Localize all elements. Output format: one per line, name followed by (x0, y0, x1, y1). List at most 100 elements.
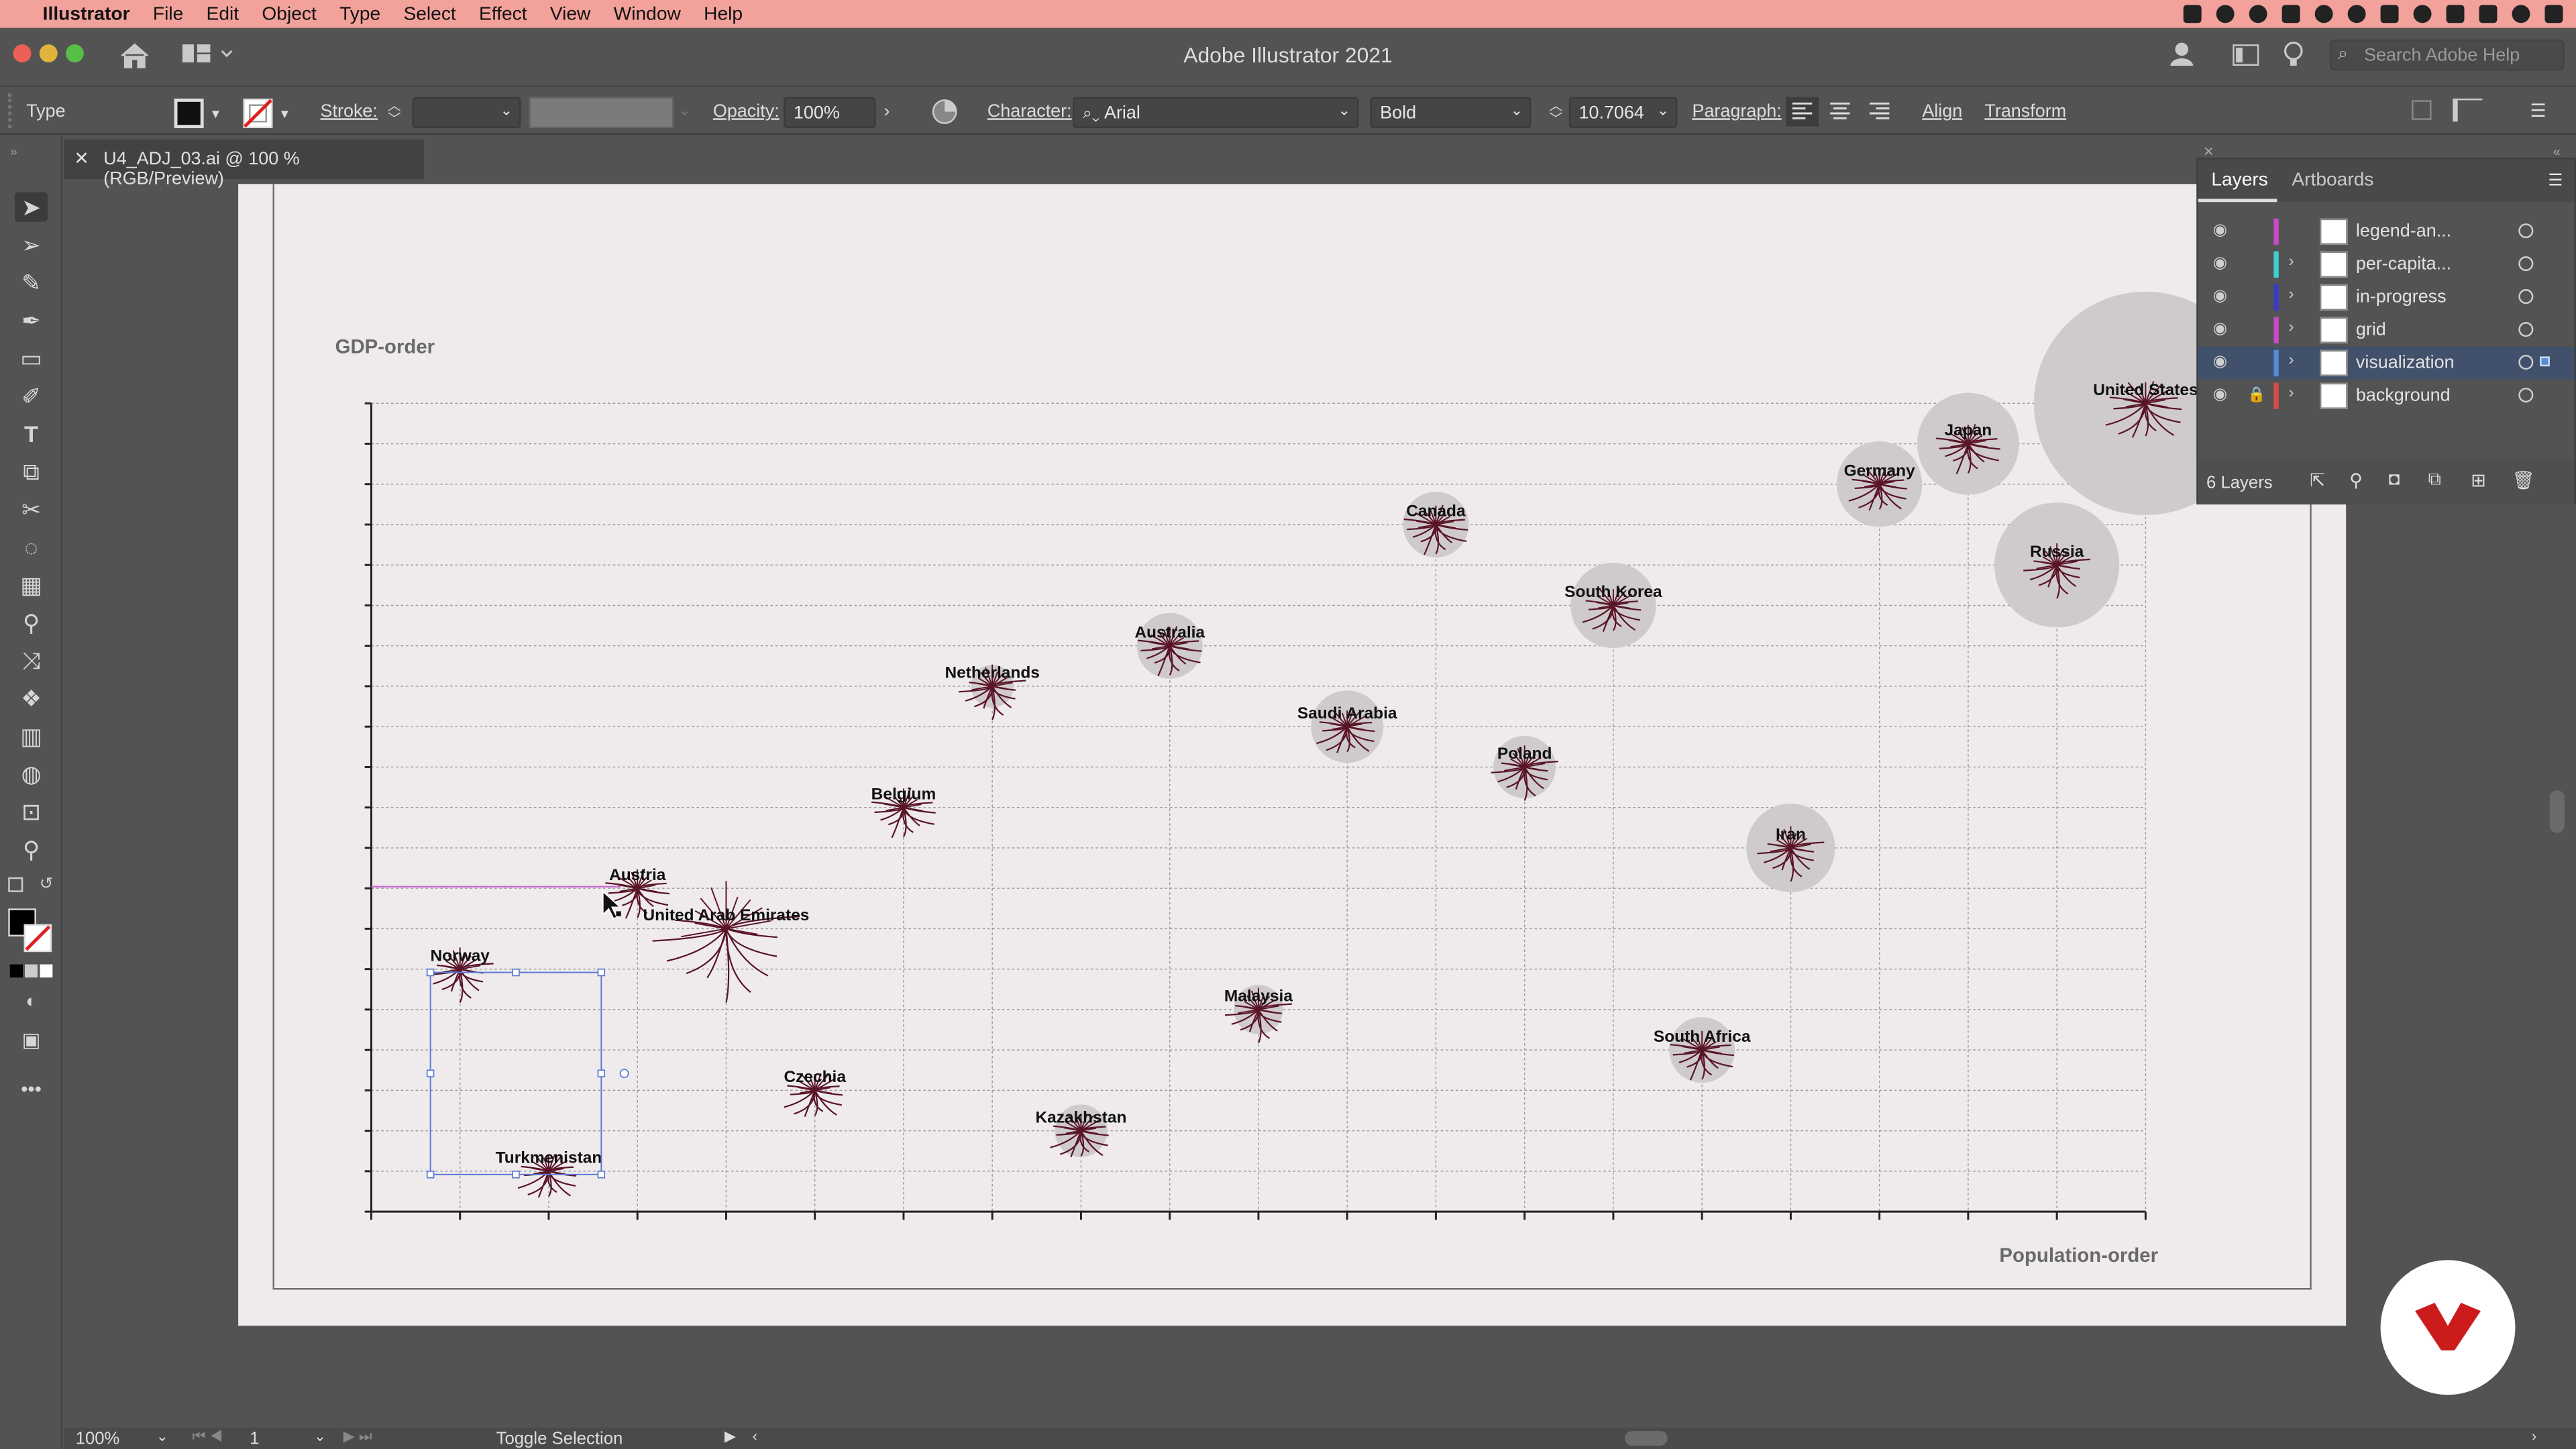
lock-icon[interactable]: 🔒 (2247, 386, 2265, 405)
selection-handle[interactable] (597, 1069, 606, 1077)
target-circle-icon[interactable] (2518, 223, 2534, 239)
layer-name[interactable]: visualization (2356, 354, 2455, 373)
scroll-left-icon[interactable]: ‹ (753, 1428, 757, 1444)
close-panel-icon[interactable]: ✕ (2203, 145, 2214, 160)
scroll-right-icon[interactable]: › (2532, 1428, 2536, 1444)
zoom-level[interactable]: 100% (76, 1430, 120, 1449)
x-axis-label: Population-order (1999, 1244, 2158, 1267)
visibility-eye-icon[interactable]: ◉ (2213, 354, 2227, 372)
expand-layer-icon[interactable]: › (2288, 352, 2294, 370)
country-label[interactable]: Japan (1945, 421, 1992, 439)
layer-row-background[interactable]: ◉ 🔒 › background (2198, 380, 2575, 413)
target-circle-icon[interactable] (2518, 387, 2534, 403)
layer-thumbnail (2319, 284, 2348, 311)
layers-panel: ✕ « Layers Artboards ☰ ◉ legend-an... ◉ › pe… (2196, 145, 2576, 504)
target-circle-icon[interactable] (2518, 322, 2534, 337)
last-artboard-icon[interactable]: ▶ ⏭ (343, 1428, 372, 1446)
country-label[interactable]: Czechia (784, 1068, 846, 1086)
expand-layer-icon[interactable]: › (2288, 253, 2294, 271)
layer-name[interactable]: legend-an... (2356, 222, 2451, 241)
expand-layer-icon[interactable]: › (2288, 319, 2294, 337)
gdp-population-chart[interactable]: GDP-order Population-order Norway Turkmenis… (0, 0, 2576, 1449)
country-label[interactable]: Saudi Arabia (1297, 704, 1397, 722)
first-artboard-icon[interactable]: ⏮ ◀ (193, 1428, 223, 1446)
zoom-dropdown-icon[interactable]: ⌄ (156, 1428, 168, 1446)
country-label[interactable]: Austria (609, 866, 666, 884)
layer-name[interactable]: background (2356, 386, 2451, 406)
country-label[interactable]: Germany (1844, 462, 1915, 480)
selection-handle[interactable] (426, 1171, 435, 1179)
country-label[interactable]: Russia (2030, 543, 2084, 561)
country-label[interactable]: United States (2093, 381, 2198, 399)
layer-row-grid[interactable]: ◉ › grid (2198, 314, 2575, 347)
layer-thumbnail (2319, 350, 2348, 376)
layer-name[interactable]: grid (2356, 321, 2386, 340)
country-label[interactable]: Turkmenistan (496, 1149, 602, 1167)
selected-art-indicator[interactable] (2540, 356, 2550, 367)
target-circle-icon[interactable] (2518, 256, 2534, 272)
visibility-eye-icon[interactable]: ◉ (2213, 222, 2227, 240)
target-circle-icon[interactable] (2518, 289, 2534, 305)
layer-color-swatch (2273, 350, 2279, 376)
horizontal-scrollbar-thumb[interactable] (1625, 1431, 1668, 1446)
country-label[interactable]: Netherlands (945, 664, 1039, 682)
rotate-handle[interactable] (619, 1069, 629, 1079)
country-label[interactable]: Poland (1497, 745, 1552, 763)
selection-bounding-box[interactable] (429, 971, 602, 1175)
visibility-eye-icon[interactable]: ◉ (2213, 321, 2227, 339)
status-bar: 100% ⌄ ⏮ ◀ 1 ⌄ ▶ ⏭ Toggle Selection ▶ ‹ … (64, 1428, 2576, 1449)
tab-artboards[interactable]: Artboards (2292, 171, 2373, 191)
layer-row-per-capita[interactable]: ◉ › per-capita... (2198, 248, 2575, 281)
delete-layer-icon[interactable]: 🗑 (2512, 470, 2535, 491)
artboard-number[interactable]: 1 (250, 1430, 259, 1449)
layer-name[interactable]: in-progress (2356, 288, 2447, 307)
selection-handle[interactable] (597, 1171, 606, 1179)
selection-handle[interactable] (512, 968, 520, 977)
visibility-eye-icon[interactable]: ◉ (2213, 255, 2227, 273)
selection-handle[interactable] (597, 968, 606, 977)
country-label[interactable]: Canada (1406, 502, 1466, 521)
country-label[interactable]: Kazakhstan (1035, 1108, 1126, 1126)
country-label[interactable]: Belgium (871, 785, 936, 803)
tab-layers[interactable]: Layers (2211, 171, 2268, 191)
selection-handle[interactable] (426, 968, 435, 977)
status-menu-icon[interactable]: ▶ (724, 1428, 736, 1446)
layer-name[interactable]: per-capita... (2356, 255, 2451, 274)
layers-count: 6 Layers (2206, 473, 2273, 493)
layer-row-visualization[interactable]: ◉ › visualization (2198, 346, 2575, 380)
country-label[interactable]: Norway (431, 947, 490, 965)
create-new-layer-icon[interactable]: ⊞ (2471, 470, 2486, 491)
panel-menu-icon[interactable]: ☰ (2548, 172, 2563, 191)
collapse-panel-icon[interactable]: « (2553, 145, 2561, 160)
country-label[interactable]: Australia (1134, 623, 1205, 641)
make-clipping-mask-icon[interactable]: ◘ (2389, 470, 2400, 489)
country-label[interactable]: South Korea (1564, 583, 1662, 601)
logo-mark (2415, 1303, 2481, 1351)
selection-handle[interactable] (426, 1069, 435, 1077)
layer-row-in-progress[interactable]: ◉ › in-progress (2198, 281, 2575, 314)
layer-thumbnail (2319, 317, 2348, 343)
country-label[interactable]: South Africa (1654, 1028, 1751, 1046)
target-circle-icon[interactable] (2518, 354, 2534, 370)
layer-color-swatch (2273, 284, 2279, 311)
layer-color-swatch (2273, 317, 2279, 343)
artboard-dropdown-icon[interactable]: ⌄ (314, 1428, 326, 1446)
watermark-badge (2380, 1260, 2516, 1395)
visibility-eye-icon[interactable]: ◉ (2213, 386, 2227, 405)
country-label[interactable]: Malaysia (1224, 987, 1293, 1006)
layer-color-swatch (2273, 218, 2279, 245)
expand-layer-icon[interactable]: › (2288, 286, 2294, 304)
layer-row-legend-an[interactable]: ◉ legend-an... (2198, 215, 2575, 248)
country-label[interactable]: United Arab Emirates (643, 906, 809, 924)
vertical-scrollbar-thumb[interactable] (2549, 790, 2565, 833)
visibility-eye-icon[interactable]: ◉ (2213, 288, 2227, 306)
layer-thumbnail (2319, 251, 2348, 278)
selection-handle[interactable] (512, 1171, 520, 1179)
locate-object-icon[interactable]: ⚲ (2349, 470, 2363, 491)
export-icon[interactable]: ⇱ (2310, 470, 2325, 491)
country-label[interactable]: Iran (1776, 826, 1806, 844)
create-sublayer-icon[interactable]: ⧉ (2428, 470, 2441, 491)
expand-layer-icon[interactable]: › (2288, 384, 2294, 402)
layers-footer: 6 Layers ⇱ ⚲ ◘ ⧉ ⊞ 🗑 (2198, 460, 2575, 504)
status-text[interactable]: Toggle Selection (496, 1430, 623, 1449)
